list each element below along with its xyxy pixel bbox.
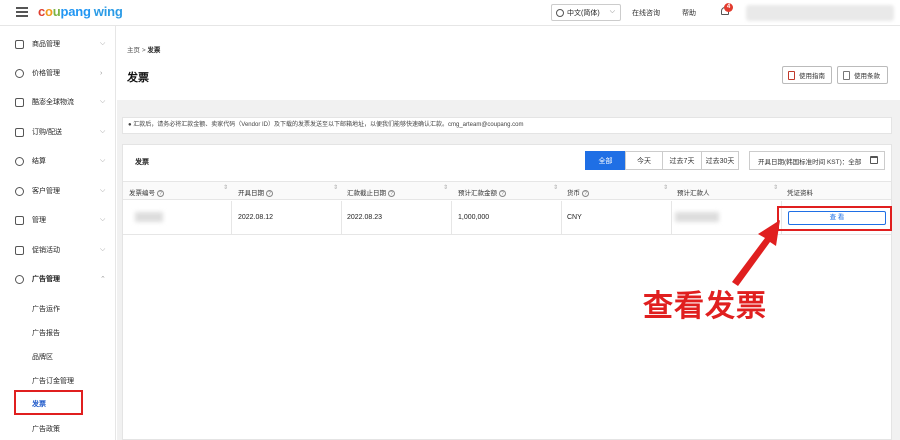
sidebar-item-global-logistics[interactable]: 酷澎全球物流 ⌵ (0, 92, 116, 112)
chevron-right-icon: › (100, 69, 103, 77)
help-icon: ? (266, 189, 273, 197)
table-header: 发票编号? ⇕ 开具日期? ⇕ 汇款截止日期? ⇕ 预计汇款金额? ⇕ 货币? … (123, 181, 891, 200)
issue-date-filter[interactable]: 开具日期(韩国标准时间 KST)：全部 (749, 151, 885, 170)
sidebar-item-promotions[interactable]: 促销活动 ⌵ (0, 240, 116, 260)
document-icon (788, 71, 795, 80)
chevron-down-icon: ⌵ (609, 8, 615, 15)
col-due-date[interactable]: 汇款截止日期? (347, 187, 395, 197)
sidebar-item-management[interactable]: 管理 ⌵ (0, 210, 116, 230)
sidebar-sub-brand-zone[interactable]: 品牌区 (32, 352, 53, 362)
sort-icon[interactable]: ⇕ (223, 185, 228, 191)
rocket-icon (15, 97, 24, 107)
remitter-redacted (675, 212, 719, 222)
store-icon (15, 215, 24, 225)
sidebar-sub-ad-policy[interactable]: 广告政策 (32, 424, 60, 434)
medal-icon (15, 68, 24, 78)
sidebar-sub-invoice[interactable]: 发票 (14, 390, 83, 415)
coin-icon (15, 156, 24, 166)
col-expected-amount[interactable]: 预计汇款金额? (458, 187, 506, 197)
page-title: 发票 (127, 72, 149, 84)
user-guide-button[interactable]: 使用指南 (782, 66, 832, 84)
filter-7days-button[interactable]: 过去7天 (662, 151, 702, 170)
sidebar-item-pricing[interactable]: 价格管理 › (0, 63, 116, 83)
help-icon: ? (388, 189, 395, 197)
chevron-down-icon: ⌵ (100, 216, 106, 223)
col-currency[interactable]: 货币? (567, 187, 589, 197)
info-icon: ● (128, 122, 132, 128)
help-icon: ? (157, 189, 164, 197)
sort-icon[interactable]: ⇕ (333, 185, 338, 191)
invoice-card: 发票 全部 今天 过去7天 过去30天 开具日期(韩国标准时间 KST)：全部 … (122, 144, 892, 440)
col-voucher: 凭证资料 (787, 190, 813, 197)
chevron-down-icon: ⌵ (100, 157, 106, 164)
filter-30days-button[interactable]: 过去30天 (701, 151, 739, 170)
annotation-arrow (732, 220, 780, 286)
calendar-icon (870, 156, 878, 164)
breadcrumb-home[interactable]: 主页 (127, 47, 140, 54)
period-filter-group: 全部 今天 过去7天 过去30天 (585, 151, 739, 170)
ad-icon (15, 274, 24, 284)
cell-issue-date: 2022.08.12 (238, 214, 274, 221)
col-issue-date[interactable]: 开具日期? (238, 187, 273, 197)
col-expected-remitter[interactable]: 预计汇款人 (677, 187, 710, 197)
sort-icon[interactable]: ⇕ (443, 185, 448, 191)
sidebar-sub-ad-report[interactable]: 广告报告 (32, 328, 60, 338)
user-account-menu[interactable] (746, 5, 894, 21)
chevron-down-icon: ⌵ (100, 246, 106, 253)
menu-icon[interactable] (16, 7, 28, 17)
sort-icon[interactable]: ⇕ (773, 185, 778, 191)
sidebar-sub-ad-deposit[interactable]: 广告订金管理 (32, 376, 74, 386)
truck-icon (15, 127, 24, 137)
sidebar: 商品管理 ⌵ 价格管理 › 酷澎全球物流 ⌵ 订购/配送 ⌵ 结算 ⌵ 客户管理… (0, 26, 116, 440)
card-title: 发票 (135, 159, 149, 166)
chevron-up-icon: ⌃ (100, 276, 106, 283)
help-icon: ? (582, 189, 589, 197)
live-chat-link[interactable]: 在线咨询 (632, 8, 660, 18)
invoice-number-redacted (135, 212, 163, 222)
breadcrumb-current: 发票 (147, 47, 161, 54)
terms-button[interactable]: 使用条款 (837, 66, 888, 84)
remittance-notice: ● 汇款后，请务必将汇款金额、卖家代码（Vendor ID）及下载的发票发送至以… (122, 117, 892, 134)
language-select[interactable]: 中文(简体) ⌵ (551, 4, 621, 21)
sidebar-sub-ad-operation[interactable]: 广告运作 (32, 304, 60, 314)
help-link[interactable]: 帮助 (682, 8, 696, 18)
sidebar-item-settlement[interactable]: 结算 ⌵ (0, 151, 116, 171)
document-icon (843, 71, 850, 80)
notification-badge: 4 (724, 3, 733, 12)
box-icon (15, 39, 24, 49)
annotation-text: 查看发票 (643, 289, 767, 324)
smile-icon (15, 186, 24, 196)
cell-amount: 1,000,000 (458, 214, 490, 221)
sidebar-item-orders[interactable]: 订购/配送 ⌵ (0, 122, 116, 142)
sidebar-item-customers[interactable]: 客户管理 ⌵ (0, 181, 116, 201)
bell-icon[interactable]: 4 (720, 3, 733, 17)
col-invoice-number[interactable]: 发票编号? (129, 187, 164, 197)
help-icon: ? (499, 189, 506, 197)
cell-due-date: 2022.08.23 (347, 214, 383, 221)
notice-text: 汇款后，请务必将汇款金额、卖家代码（Vendor ID）及下载的发票发送至以下邮… (133, 122, 524, 128)
coupon-icon (15, 245, 24, 255)
chevron-down-icon: ⌵ (100, 98, 106, 105)
filter-today-button[interactable]: 今天 (625, 151, 663, 170)
coupang-wing-logo[interactable]: coupang wing (38, 4, 123, 19)
top-bar: coupang wing 中文(简体) ⌵ 在线咨询 帮助 4 (0, 0, 900, 26)
chevron-down-icon: ⌵ (100, 40, 106, 47)
language-label: 中文(简体) (567, 9, 600, 17)
filter-all-button[interactable]: 全部 (585, 151, 626, 170)
chevron-down-icon: ⌵ (100, 187, 106, 194)
sort-icon[interactable]: ⇕ (663, 185, 668, 191)
breadcrumb: 主页 > 发票 (127, 44, 160, 54)
cell-currency: CNY (567, 214, 582, 221)
chevron-down-icon: ⌵ (100, 128, 106, 135)
sort-icon[interactable]: ⇕ (553, 185, 558, 191)
sidebar-item-products[interactable]: 商品管理 ⌵ (0, 34, 116, 54)
globe-icon (556, 8, 564, 17)
breadcrumb-separator: > (141, 47, 146, 54)
sidebar-item-advertising[interactable]: 广告管理 ⌃ (0, 269, 116, 289)
